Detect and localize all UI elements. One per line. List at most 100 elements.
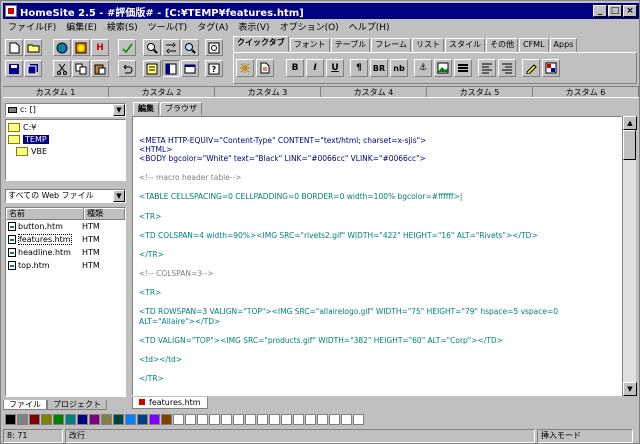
menu-edit[interactable]: 編集(E) bbox=[61, 20, 102, 33]
file-filter-select[interactable]: すべての Web ファイル ▼ bbox=[5, 189, 126, 203]
color-swatch[interactable] bbox=[329, 414, 340, 425]
custom-toolbar-5[interactable]: カスタム 5 bbox=[427, 87, 533, 97]
color-swatch[interactable] bbox=[209, 414, 220, 425]
color-swatch[interactable] bbox=[77, 414, 88, 425]
resource-tab-icon[interactable] bbox=[162, 60, 180, 77]
column-header-name[interactable]: 名前 bbox=[6, 208, 84, 220]
zoom-icon[interactable] bbox=[181, 39, 199, 56]
new-file-icon[interactable] bbox=[5, 39, 23, 56]
bold-button[interactable]: B bbox=[286, 59, 304, 77]
tag-inspector-icon[interactable] bbox=[143, 60, 161, 77]
color-swatch[interactable] bbox=[269, 414, 280, 425]
color-swatch[interactable] bbox=[65, 414, 76, 425]
custom-toolbar-6[interactable]: カスタム 6 bbox=[533, 87, 639, 97]
file-row[interactable]: top.htm HTM bbox=[6, 259, 125, 272]
color-swatch[interactable] bbox=[89, 414, 100, 425]
color-swatch[interactable] bbox=[245, 414, 256, 425]
color-swatch[interactable] bbox=[197, 414, 208, 425]
custom-toolbar-1[interactable]: カスタム 1 bbox=[3, 87, 109, 97]
color-swatch[interactable] bbox=[125, 414, 136, 425]
tab-style[interactable]: スタイル bbox=[444, 38, 485, 52]
color-swatch[interactable] bbox=[113, 414, 124, 425]
maximize-button[interactable]: □ bbox=[608, 5, 622, 17]
tab-frame[interactable]: フレーム bbox=[371, 38, 411, 52]
color-swatch[interactable] bbox=[161, 414, 172, 425]
tab-other[interactable]: その他 bbox=[485, 38, 518, 52]
tab-edit[interactable]: 編集 bbox=[133, 102, 159, 115]
custom-toolbar-4[interactable]: カスタム 4 bbox=[321, 87, 427, 97]
insert-mode-indicator[interactable]: 挿入モード bbox=[537, 429, 633, 443]
cut-icon[interactable] bbox=[53, 60, 71, 77]
minimize-button[interactable]: _ bbox=[593, 5, 607, 17]
document-tab[interactable]: features.htm bbox=[132, 397, 208, 409]
tab-font[interactable]: フォント bbox=[289, 38, 330, 52]
image-icon[interactable] bbox=[72, 39, 90, 56]
menu-tools[interactable]: ツール(T) bbox=[143, 20, 193, 33]
drive-selector[interactable]: c: [] ▼ bbox=[5, 103, 126, 117]
line-break-button[interactable]: BR bbox=[370, 59, 388, 77]
title-bar[interactable]: HomeSite 2.5 - #評価版# - [C:¥TEMP¥features… bbox=[3, 3, 639, 19]
underline-button[interactable]: U bbox=[326, 59, 344, 77]
new-document-icon[interactable] bbox=[256, 59, 274, 77]
tab-apps[interactable]: Apps bbox=[549, 38, 578, 52]
menu-help[interactable]: ヘルプ(H) bbox=[344, 20, 395, 33]
context-help-icon[interactable]: ? bbox=[205, 60, 223, 77]
chevron-down-icon[interactable]: ▼ bbox=[113, 190, 125, 202]
undo-icon[interactable] bbox=[118, 60, 136, 77]
color-swatch[interactable] bbox=[221, 414, 232, 425]
color-swatch[interactable] bbox=[29, 414, 40, 425]
menu-search[interactable]: 検索(S) bbox=[102, 20, 143, 33]
scroll-down-arrow-icon[interactable]: ▼ bbox=[623, 382, 637, 396]
menu-options[interactable]: オプション(O) bbox=[275, 20, 344, 33]
replace-icon[interactable] bbox=[162, 39, 180, 56]
save-icon[interactable] bbox=[5, 60, 23, 77]
color-swatch[interactable] bbox=[41, 414, 52, 425]
color-swatch[interactable] bbox=[149, 414, 160, 425]
color-swatch[interactable] bbox=[281, 414, 292, 425]
align-right-icon[interactable] bbox=[498, 59, 516, 77]
color-swatch[interactable] bbox=[341, 414, 352, 425]
color-swatch[interactable] bbox=[17, 414, 28, 425]
color-swatch[interactable] bbox=[137, 414, 148, 425]
horizontal-rule-icon[interactable] bbox=[454, 59, 472, 77]
tab-cfml[interactable]: CFML bbox=[518, 38, 549, 52]
tab-files[interactable]: ファイル bbox=[3, 400, 47, 410]
column-header-type[interactable]: 種類 bbox=[84, 208, 125, 220]
tab-quick[interactable]: クイックタブ bbox=[233, 36, 289, 52]
file-row[interactable]: button.htm HTM bbox=[6, 220, 125, 233]
paste-icon[interactable] bbox=[91, 60, 109, 77]
align-left-icon[interactable] bbox=[478, 59, 496, 77]
file-row[interactable]: features.htm HTM bbox=[6, 233, 125, 246]
color-swatch[interactable] bbox=[101, 414, 112, 425]
browse-icon[interactable] bbox=[181, 60, 199, 77]
help-h-icon[interactable]: H bbox=[91, 39, 109, 56]
custom-toolbar-3[interactable]: カスタム 3 bbox=[215, 87, 321, 97]
color-swatch[interactable] bbox=[173, 414, 184, 425]
scroll-up-arrow-icon[interactable]: ▲ bbox=[623, 116, 637, 130]
color-palette-icon[interactable] bbox=[542, 59, 560, 77]
find-icon[interactable] bbox=[143, 39, 161, 56]
nonbreaking-space-button[interactable]: nb bbox=[390, 59, 408, 77]
color-swatch[interactable] bbox=[53, 414, 64, 425]
quickstart-icon[interactable] bbox=[236, 59, 254, 77]
menu-file[interactable]: ファイル(F) bbox=[3, 20, 61, 33]
italic-button[interactable]: I bbox=[306, 59, 324, 77]
tree-node-root[interactable]: C:¥ bbox=[8, 122, 36, 134]
anchor-button[interactable]: ⚓ bbox=[414, 59, 432, 77]
color-swatch[interactable] bbox=[293, 414, 304, 425]
close-button[interactable]: × bbox=[623, 5, 637, 17]
edit-pencil-icon[interactable] bbox=[522, 59, 540, 77]
color-swatch[interactable] bbox=[257, 414, 268, 425]
menu-view[interactable]: 表示(V) bbox=[233, 20, 274, 33]
color-swatch[interactable] bbox=[185, 414, 196, 425]
tab-browse[interactable]: ブラウザ bbox=[160, 102, 202, 115]
image-tag-icon[interactable] bbox=[434, 59, 452, 77]
save-all-icon[interactable] bbox=[24, 60, 42, 77]
app-icon[interactable] bbox=[5, 5, 17, 17]
tab-project[interactable]: プロジェクト bbox=[47, 400, 107, 410]
tree-node-temp[interactable]: TEMP bbox=[8, 134, 49, 146]
menu-tags[interactable]: タグ(A) bbox=[192, 20, 233, 33]
paragraph-button[interactable]: ¶ bbox=[350, 59, 368, 77]
editor-scrollbar[interactable]: ▲ ▼ bbox=[622, 116, 637, 396]
chevron-down-icon[interactable]: ▼ bbox=[113, 104, 125, 116]
